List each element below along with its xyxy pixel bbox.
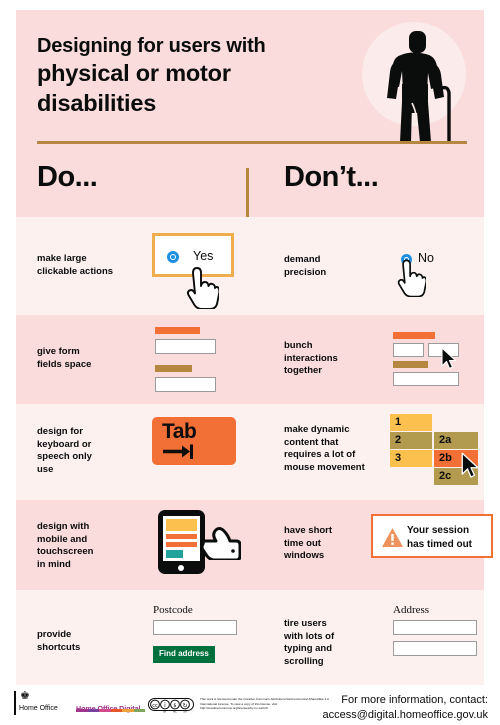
timeout-warning-box: Your session has timed out — [371, 514, 493, 558]
form-label-bar-gold — [155, 365, 192, 372]
title-line-3: disabilities — [37, 90, 157, 117]
row5-dont-cell: tire users with lots of typing and scrol… — [253, 590, 484, 685]
contact-info: For more information, contact: access@di… — [323, 693, 488, 723]
screen-bar-orange-1 — [166, 534, 197, 539]
row1-dont-label: demand precision — [284, 254, 327, 278]
crown-icon: ♚ — [20, 690, 30, 702]
row-mobile-touchscreen: design with mobile and touchscreen in mi… — [16, 500, 493, 590]
hod-swatch-strip — [76, 709, 145, 712]
svg-text:i: i — [164, 702, 166, 709]
poster-footer: ♚ Home Office Home Office Digital cc i — [0, 690, 500, 725]
creative-commons-badge-icon: cc i $ ↻ BY NC SA — [148, 698, 194, 714]
page-title: Designing for users with physical or mot… — [37, 34, 337, 119]
form-field-1[interactable] — [393, 343, 424, 357]
form-field-2[interactable] — [155, 377, 216, 392]
row2-do-label: give form fields space — [37, 346, 92, 370]
row-shortcuts: provide shortcuts Postcode Find address … — [16, 590, 484, 685]
form-field-1[interactable] — [155, 339, 216, 354]
form-label-bar-orange — [393, 332, 435, 339]
tab-key[interactable]: Tab — [152, 417, 236, 465]
timeout-warning-text: Your session has timed out — [407, 525, 473, 550]
column-headings: Do... Don’t... — [16, 152, 484, 217]
row5-do-label: provide shortcuts — [37, 629, 81, 653]
home-office-digital-logo: Home Office Digital — [76, 698, 146, 716]
screen-bar-teal — [166, 550, 183, 558]
title-line-2: physical or motor — [37, 60, 231, 87]
row-keyboard-only: design for keyboard or speech only use T… — [16, 404, 484, 500]
poster: Designing for users with physical or mot… — [0, 0, 500, 725]
do-column-heading: Do... — [37, 161, 98, 193]
radio-yes-label: Yes — [193, 249, 214, 263]
svg-text:$: $ — [173, 703, 176, 709]
postcode-field-label: Postcode — [153, 604, 193, 616]
screen-bar-orange-2 — [166, 542, 197, 547]
address-field-label: Address — [393, 604, 430, 616]
row1-dont-cell: demand precision No — [253, 217, 484, 315]
contact-line-1: For more information, contact: — [341, 694, 488, 706]
find-address-button[interactable]: Find address — [153, 646, 215, 663]
radio-yes-icon[interactable] — [167, 251, 179, 263]
tablet-home-button — [178, 564, 184, 571]
pointing-hand-cursor — [185, 267, 221, 314]
row2-dont-label: bunch interactions together — [284, 340, 338, 377]
row4-dont-cell: have short time out windows Your session… — [253, 500, 493, 590]
address-input-1[interactable] — [393, 620, 477, 635]
row3-dont-cell: make dynamic content that requires a lot… — [253, 404, 484, 500]
row-clickable-actions: make large clickable actions Yes demand … — [16, 217, 484, 315]
svg-text:↻: ↻ — [182, 703, 187, 710]
dont-column-heading: Don’t... — [284, 161, 379, 193]
person-with-walking-cane-icon — [356, 24, 466, 148]
form-label-bar-orange — [155, 327, 200, 334]
menu-block-2[interactable]: 2 — [390, 432, 432, 449]
svg-text:NC: NC — [173, 710, 177, 714]
row3-do-label: design for keyboard or speech only use — [37, 426, 92, 475]
row1-do-label: make large clickable actions — [37, 253, 114, 277]
postcode-input[interactable] — [153, 620, 237, 635]
tablet-icon — [158, 510, 205, 574]
pointing-hand-cursor — [396, 259, 428, 302]
row4-dont-label: have short time out windows — [284, 525, 333, 562]
arrow-cursor — [461, 452, 481, 485]
row4-do-label: design with mobile and touchscreen in mi… — [37, 521, 94, 570]
tab-key-label: Tab — [162, 420, 197, 443]
row5-do-cell: provide shortcuts Postcode Find address — [16, 590, 246, 685]
arrow-cursor — [441, 347, 458, 376]
header-accent-rule — [37, 141, 467, 144]
menu-block-2a[interactable]: 2a — [434, 432, 478, 449]
row3-dont-label: make dynamic content that requires a lot… — [284, 424, 365, 473]
row-form-field-spacing: give form fields space bunch interaction… — [16, 315, 484, 404]
row4-do-cell: design with mobile and touchscreen in mi… — [16, 500, 246, 590]
row2-dont-cell: bunch interactions together — [253, 315, 484, 404]
row3-do-cell: design for keyboard or speech only use T… — [16, 404, 246, 500]
poster-header: Designing for users with physical or mot… — [16, 10, 484, 152]
tab-arrow-icon — [163, 444, 198, 465]
svg-text:BY: BY — [163, 710, 167, 714]
address-input-2[interactable] — [393, 641, 477, 656]
row5-dont-label: tire users with lots of typing and scrol… — [284, 618, 335, 667]
home-office-logo-rule — [14, 691, 16, 715]
contact-line-2: access@digital.homeoffice.gov.uk — [322, 709, 488, 722]
warning-triangle-icon — [382, 528, 403, 552]
title-line-1: Designing for users with — [37, 35, 266, 57]
menu-block-3[interactable]: 3 — [390, 450, 432, 467]
row1-do-cell: make large clickable actions Yes — [16, 217, 246, 315]
screen-bar-yellow — [166, 519, 197, 531]
menu-block-1[interactable]: 1 — [390, 414, 432, 431]
svg-text:SA: SA — [183, 710, 187, 714]
home-office-logo-text: Home Office — [19, 705, 58, 712]
license-text: This work is licensed under the Creative… — [200, 697, 329, 711]
form-label-bar-gold — [393, 361, 428, 368]
pointing-hand-left-icon — [200, 524, 242, 565]
row2-do-cell: give form fields space — [16, 315, 246, 404]
svg-text:cc: cc — [152, 703, 158, 709]
